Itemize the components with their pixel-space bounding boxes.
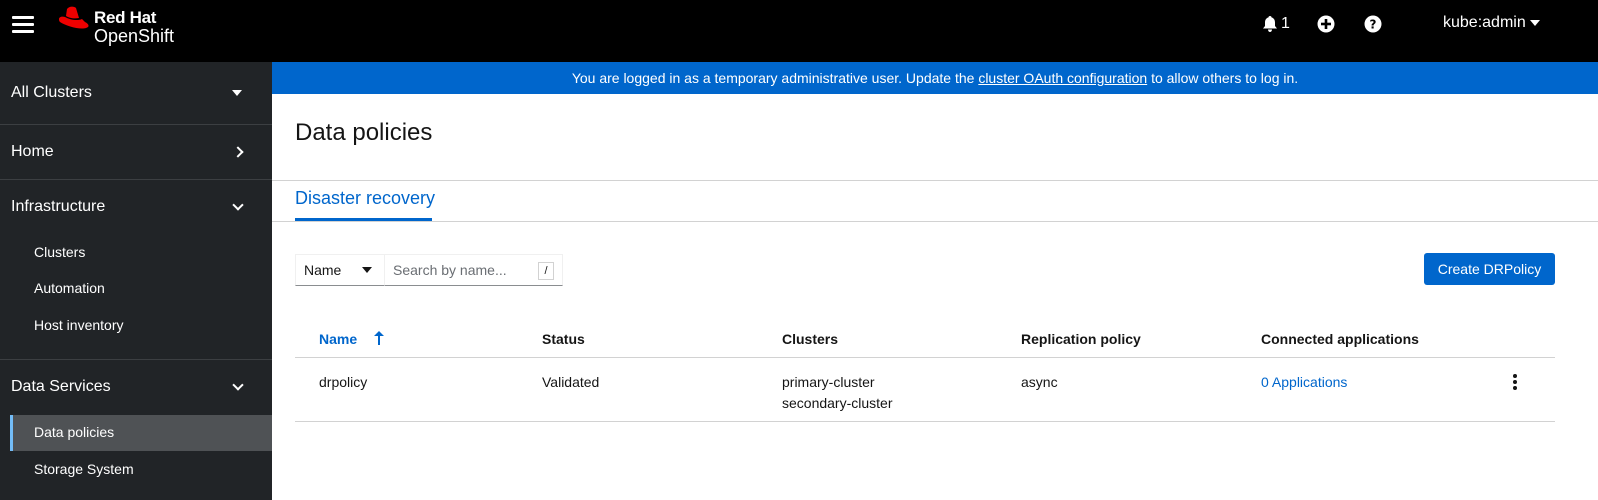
cell-connected-applications: 0 Applications	[1261, 374, 1347, 390]
table-header-border	[295, 357, 1555, 358]
column-header-name[interactable]: Name	[319, 331, 357, 347]
banner-text-before: You are logged in as a temporary adminis…	[571, 70, 979, 86]
column-header-replication-policy: Replication policy	[1021, 331, 1141, 347]
help-button[interactable]: ?	[1364, 14, 1382, 34]
filter-toolbar: Name /	[295, 254, 563, 286]
filter-type-label: Name	[304, 262, 342, 278]
kebab-menu-icon[interactable]	[1511, 374, 1519, 392]
column-header-status: Status	[542, 331, 585, 347]
page-title: Data policies	[295, 119, 433, 146]
brand-redhat: Red Hat	[94, 8, 157, 27]
table-row-border	[295, 421, 1555, 422]
user-menu[interactable]: kube:admin	[1443, 14, 1540, 32]
plus-circle-icon	[1317, 15, 1335, 33]
chevron-down-icon	[232, 378, 244, 391]
caret-down-icon	[232, 90, 242, 96]
masthead: Red Hat OpenShift 1 ? kube:admin	[0, 0, 1598, 62]
caret-down-icon	[362, 267, 372, 273]
column-header-clusters: Clusters	[782, 331, 839, 347]
connected-applications-link[interactable]: 0 Applications	[1261, 374, 1347, 390]
quick-create-button[interactable]	[1317, 14, 1335, 34]
brand-logo[interactable]: Red Hat OpenShift	[58, 5, 188, 47]
sidebar-item-clusters[interactable]: Clusters	[34, 244, 85, 260]
cell-replication-policy: async	[1021, 374, 1058, 390]
notifications-button[interactable]: 1	[1263, 14, 1290, 34]
caret-down-icon	[1529, 20, 1540, 26]
divider	[272, 180, 1598, 181]
notification-count: 1	[1281, 15, 1290, 32]
cluster-selector[interactable]: All Clusters	[0, 62, 272, 124]
nav-section-label: Home	[11, 142, 54, 160]
help-icon: ?	[1364, 15, 1382, 33]
cell-cluster-primary: primary-cluster	[782, 374, 875, 390]
cell-name: drpolicy	[319, 374, 368, 390]
redhat-hat-icon	[59, 6, 89, 29]
sidebar-item-data-policies[interactable]: Data policies	[34, 424, 114, 440]
nav-section-home[interactable]: Home	[0, 124, 272, 179]
user-name: kube:admin	[1443, 14, 1526, 31]
search-input[interactable]	[393, 262, 533, 278]
column-header-connected-applications: Connected applications	[1261, 331, 1419, 347]
cluster-oauth-link[interactable]: cluster OAuth configuration	[978, 70, 1147, 86]
tab-disaster-recovery[interactable]: Disaster recovery	[295, 188, 435, 209]
admin-notice-banner: You are logged in as a temporary adminis…	[272, 62, 1598, 94]
search-field: /	[385, 254, 563, 286]
svg-text:?: ?	[1370, 18, 1377, 32]
nav-section-infrastructure[interactable]: Infrastructure	[0, 179, 272, 234]
sidebar: All Clusters Home Infrastructure Cluster…	[0, 62, 272, 500]
cell-status: Validated	[542, 374, 600, 390]
nav-section-label: Data Services	[11, 377, 111, 395]
bell-icon	[1263, 16, 1277, 32]
nav-section-data-services[interactable]: Data Services	[0, 359, 272, 414]
filter-type-dropdown[interactable]: Name	[295, 254, 385, 286]
sidebar-item-automation[interactable]: Automation	[34, 280, 105, 296]
sidebar-item-host-inventory[interactable]: Host inventory	[34, 317, 123, 333]
menu-icon[interactable]	[12, 14, 34, 34]
create-drpolicy-button[interactable]: Create DRPolicy	[1424, 253, 1555, 285]
cluster-selector-label: All Clusters	[11, 84, 92, 101]
divider	[272, 221, 1598, 222]
sidebar-item-storage-system[interactable]: Storage System	[34, 461, 134, 477]
chevron-right-icon	[232, 145, 244, 158]
banner-text-after: to allow others to log in.	[1147, 70, 1299, 86]
brand-openshift: OpenShift	[94, 26, 175, 46]
chevron-down-icon	[232, 198, 244, 211]
cell-cluster-secondary: secondary-cluster	[782, 395, 893, 411]
sort-ascending-icon[interactable]	[374, 331, 384, 348]
nav-section-label: Infrastructure	[11, 197, 106, 215]
keyboard-shortcut-hint: /	[538, 262, 554, 280]
